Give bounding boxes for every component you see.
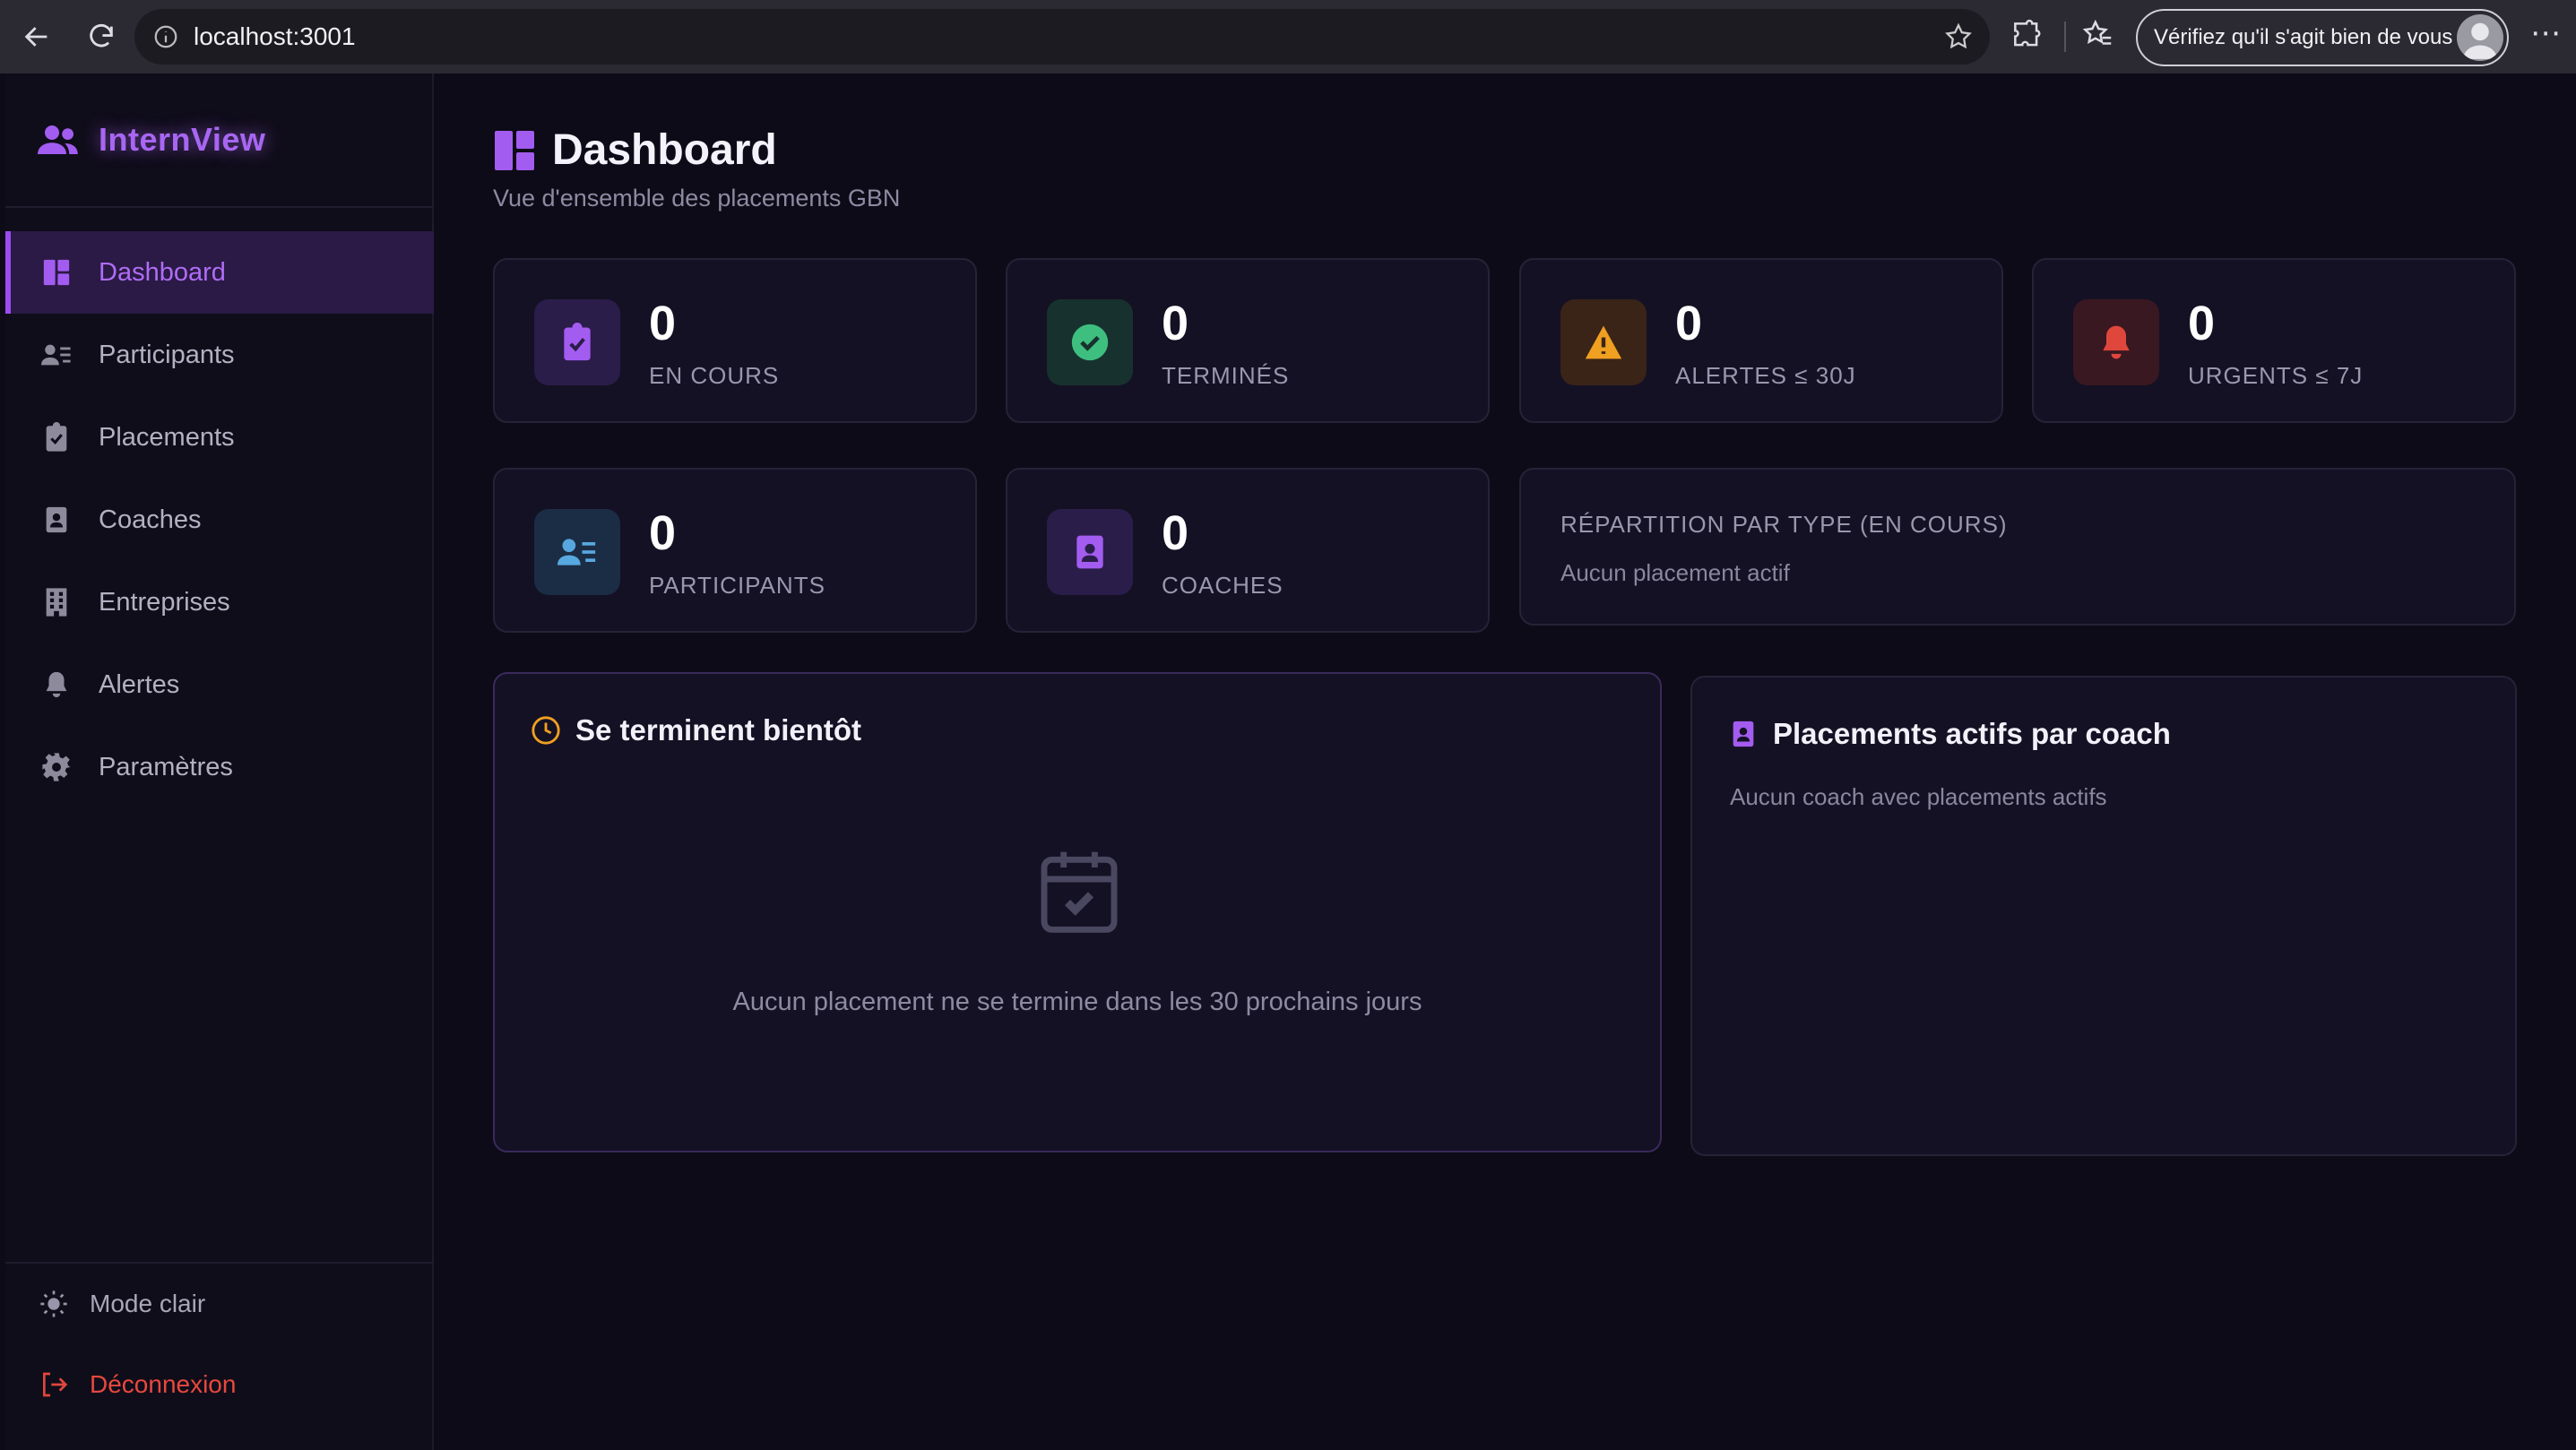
more-menu-button[interactable]: ⋯ xyxy=(2528,18,2563,56)
sidebar-item-label: Alertes xyxy=(99,669,180,699)
reload-icon xyxy=(90,24,113,47)
profile-button[interactable]: Vérifiez qu'il s'agit bien de vous xyxy=(2136,9,2509,66)
stat-value: 0 xyxy=(649,297,677,350)
sidebar-item-label: Coaches xyxy=(99,505,202,534)
stat-label: ALERTES ≤ 30J xyxy=(1675,362,1856,389)
sidebar-item-participants[interactable]: Participants xyxy=(5,314,434,396)
page-title: Dashboard xyxy=(552,126,777,174)
user-list-icon xyxy=(558,539,596,565)
sidebar-nav: Dashboard Participants Placements Coache… xyxy=(5,231,434,808)
repartition-card: RÉPARTITION PAR TYPE (EN COURS) Aucun pl… xyxy=(1519,468,2516,626)
page-subtitle: Vue d'ensemble des placements GBN xyxy=(493,185,901,211)
stat-value: 0 xyxy=(649,506,677,560)
sidebar-item-entreprises[interactable]: Entreprises xyxy=(5,561,434,643)
sidebar-item-parametres[interactable]: Paramètres xyxy=(5,726,434,808)
sidebar-item-label: Placements xyxy=(99,422,235,452)
logout-button[interactable]: Déconnexion xyxy=(5,1344,434,1425)
sidebar-item-label: Paramètres xyxy=(99,752,233,781)
bell-icon xyxy=(2103,325,2130,359)
sidebar-item-label: Dashboard xyxy=(99,257,226,287)
warning-icon xyxy=(1585,325,1622,359)
page-header: Dashboard xyxy=(493,125,777,175)
bell-icon xyxy=(46,671,67,698)
repartition-empty-text: Aucun placement actif xyxy=(1560,559,1790,586)
user-list-icon xyxy=(41,344,71,366)
favorites-icon[interactable] xyxy=(2081,18,2115,52)
dashboard-icon xyxy=(43,259,70,286)
stat-icon-box xyxy=(2073,299,2159,385)
clock-icon xyxy=(532,716,560,745)
brand[interactable]: InternView xyxy=(5,73,434,208)
toolbar-divider xyxy=(2064,22,2066,52)
clipboard-check-icon xyxy=(564,323,591,361)
panel-header: Placements actifs par coach xyxy=(1728,717,2171,751)
theme-toggle-button[interactable]: Mode clair xyxy=(5,1264,434,1344)
stat-label: EN COURS xyxy=(649,362,780,389)
stat-card-urgents: 0 URGENTS ≤ 7J xyxy=(2032,258,2516,423)
logout-label: Déconnexion xyxy=(90,1370,237,1398)
stat-card-termines: 0 TERMINÉS xyxy=(1006,258,1490,423)
reload-button[interactable] xyxy=(73,9,129,65)
arrow-left-icon xyxy=(24,27,48,47)
stat-label: TERMINÉS xyxy=(1162,362,1290,389)
contact-badge-icon xyxy=(46,506,67,533)
contact-badge-icon xyxy=(1733,721,1754,747)
main-content: Dashboard Vue d'ensemble des placements … xyxy=(436,73,2571,1450)
contact-badge-icon xyxy=(1076,535,1103,569)
brand-name: InternView xyxy=(99,121,266,158)
coach-placements-panel: Placements actifs par coach Aucun coach … xyxy=(1690,676,2517,1156)
stat-icon-box xyxy=(534,509,620,595)
sidebar-item-dashboard[interactable]: Dashboard xyxy=(5,231,434,314)
empty-state-text: Aucun placement ne se termine dans les 3… xyxy=(732,988,1422,1016)
stat-icon-box xyxy=(1047,299,1133,385)
stat-value: 0 xyxy=(1675,297,1703,350)
panel-title: Placements actifs par coach xyxy=(1773,717,2171,750)
url-text: localhost:3001 xyxy=(194,22,356,50)
panel-title: Se terminent bientôt xyxy=(575,713,862,747)
theme-toggle-label: Mode clair xyxy=(90,1290,206,1317)
ending-soon-panel: Se terminent bientôt Aucun placement ne … xyxy=(493,672,1662,1152)
dashboard-icon xyxy=(495,130,534,170)
empty-state-text: Aucun coach avec placements actifs xyxy=(1730,783,2107,810)
extensions-icon[interactable] xyxy=(2010,18,2044,52)
info-icon[interactable] xyxy=(152,23,179,50)
calendar-check-icon xyxy=(1041,851,1118,933)
stat-icon-box xyxy=(1047,509,1133,595)
browser-toolbar: localhost:3001 Vérifiez qu'il s'agit bie… xyxy=(0,0,2576,73)
sun-icon xyxy=(40,1290,67,1317)
sidebar-footer: Mode clair Déconnexion xyxy=(5,1262,434,1425)
profile-button-label: Vérifiez qu'il s'agit bien de vous xyxy=(2154,25,2453,49)
stat-card-participants: 0 PARTICIPANTS xyxy=(493,468,977,633)
sidebar-item-coaches[interactable]: Coaches xyxy=(5,479,434,561)
stat-card-coaches: 0 COACHES xyxy=(1006,468,1490,633)
stat-label: COACHES xyxy=(1162,572,1284,599)
sidebar-item-alertes[interactable]: Alertes xyxy=(5,643,434,726)
star-icon[interactable] xyxy=(1943,22,1974,52)
stat-value: 0 xyxy=(1162,297,1189,350)
gear-icon xyxy=(42,753,71,781)
sidebar-item-label: Entreprises xyxy=(99,587,230,617)
stat-label: PARTICIPANTS xyxy=(649,572,826,599)
users-icon xyxy=(38,125,78,154)
back-button[interactable] xyxy=(9,9,65,65)
stat-card-alertes: 0 ALERTES ≤ 30J xyxy=(1519,258,2003,423)
panel-header: Se terminent bientôt xyxy=(531,713,861,747)
stat-icon-box xyxy=(534,299,620,385)
sidebar: InternView Dashboard Participants Placem… xyxy=(5,73,434,1450)
stat-icon-box xyxy=(1560,299,1647,385)
repartition-title: RÉPARTITION PAR TYPE (EN COURS) xyxy=(1560,511,2008,538)
stat-value: 0 xyxy=(2188,297,2216,350)
logout-icon xyxy=(43,1372,68,1397)
building-icon xyxy=(46,588,67,617)
user-avatar-icon xyxy=(2462,22,2498,59)
sidebar-item-placements[interactable]: Placements xyxy=(5,396,434,479)
check-circle-icon xyxy=(1071,324,1109,361)
stat-label: URGENTS ≤ 7J xyxy=(2188,362,2364,389)
stat-value: 0 xyxy=(1162,506,1189,560)
stat-card-en-cours: 0 EN COURS xyxy=(493,258,977,423)
sidebar-item-label: Participants xyxy=(99,340,235,369)
clipboard-check-icon xyxy=(46,422,67,452)
address-bar[interactable]: localhost:3001 xyxy=(134,9,1990,65)
avatar xyxy=(2457,14,2503,61)
